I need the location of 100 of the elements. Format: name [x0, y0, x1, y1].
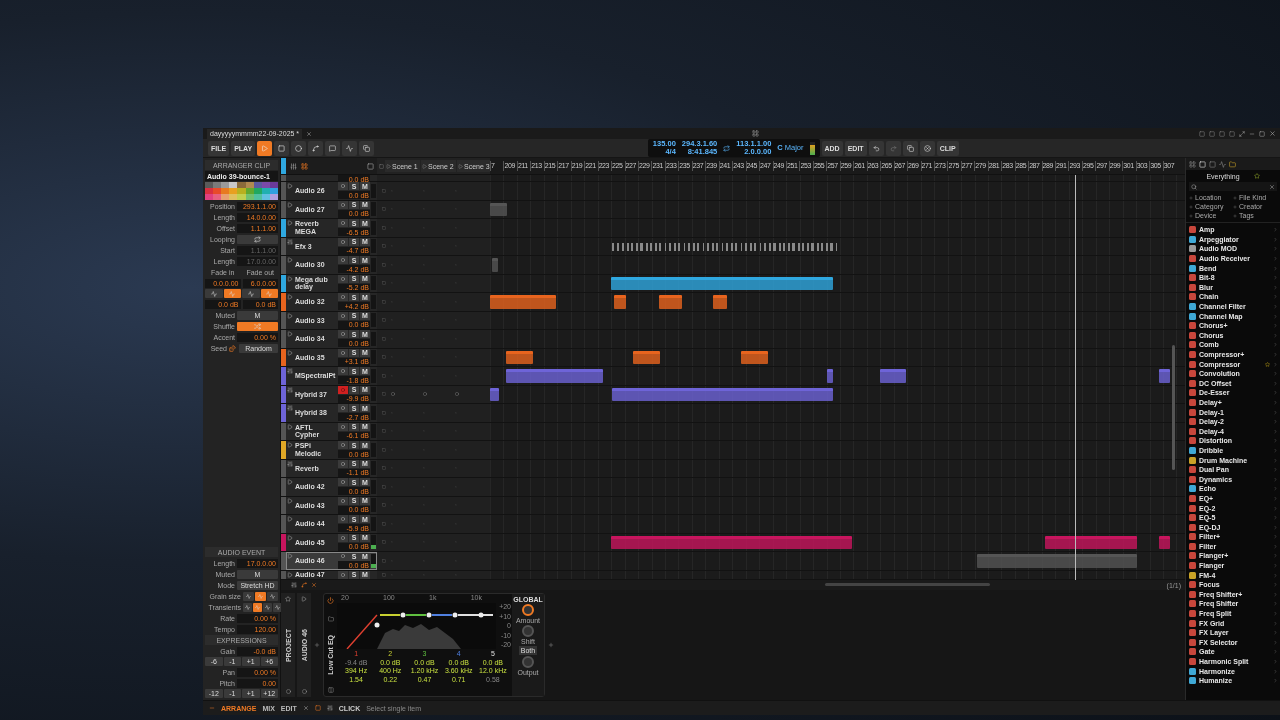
record-arm-button[interactable] [338, 533, 348, 542]
record-arm-button[interactable] [338, 515, 348, 524]
record-arm-button[interactable] [338, 330, 348, 339]
record-arm-button[interactable] [338, 570, 348, 579]
panel-icon[interactable] [327, 687, 334, 693]
audio-clip[interactable] [492, 258, 499, 272]
output-knob[interactable] [522, 656, 534, 668]
color-swatch[interactable] [245, 194, 254, 200]
color-swatch[interactable] [269, 182, 278, 188]
record-arm-button[interactable] [338, 237, 348, 246]
record-arm-button[interactable] [338, 274, 348, 283]
close-icon[interactable] [1269, 130, 1276, 137]
loop-toggle[interactable] [237, 234, 278, 244]
band-node[interactable] [426, 612, 432, 618]
search-field[interactable] [1189, 182, 1277, 191]
record-arm-button[interactable] [338, 404, 348, 413]
record-arm-button[interactable] [338, 182, 348, 191]
window-button[interactable] [359, 140, 375, 156]
audio-clip[interactable] [1158, 369, 1171, 383]
color-swatch[interactable] [237, 188, 246, 194]
record-arm-button[interactable] [338, 200, 348, 209]
amount-knob[interactable] [522, 604, 534, 616]
band-node[interactable] [452, 612, 458, 618]
color-swatch[interactable] [205, 182, 214, 188]
color-swatch[interactable] [261, 194, 270, 200]
audio-clip[interactable] [490, 295, 556, 309]
transport-button[interactable] [308, 140, 324, 156]
color-swatch[interactable] [221, 188, 230, 194]
band-node[interactable] [374, 622, 380, 628]
delete-button[interactable] [919, 140, 935, 156]
audio-clip[interactable] [506, 369, 604, 383]
power-icon[interactable] [327, 597, 334, 604]
color-swatch[interactable] [253, 188, 262, 194]
audio-clip[interactable] [713, 295, 727, 309]
grid-icon[interactable] [1189, 160, 1196, 168]
shuffle-toggle[interactable] [237, 321, 278, 331]
undo-button[interactable] [868, 140, 884, 156]
record-arm-button[interactable] [338, 219, 348, 228]
maximize-icon[interactable] [1259, 130, 1265, 137]
audio-clip[interactable] [741, 350, 768, 364]
fade-shape-button[interactable] [260, 289, 278, 298]
folder-icon[interactable] [327, 616, 334, 623]
color-swatch[interactable] [245, 188, 254, 194]
toggle-icon[interactable] [367, 162, 374, 170]
audio-clip[interactable] [613, 295, 626, 309]
audio-clip[interactable] [611, 535, 853, 549]
audio-clip[interactable] [826, 369, 833, 383]
pulse-icon[interactable] [1219, 160, 1226, 168]
record-arm-button[interactable] [338, 441, 348, 450]
color-swatch[interactable] [269, 194, 278, 200]
option-button[interactable] [267, 591, 278, 601]
color-swatch[interactable] [221, 194, 230, 200]
audio-clip[interactable] [490, 387, 499, 401]
star-icon[interactable] [1253, 173, 1260, 179]
record-arm-button[interactable] [338, 478, 348, 487]
color-swatch[interactable] [221, 182, 230, 188]
color-swatch[interactable] [269, 188, 278, 194]
record-arm-button[interactable] [338, 385, 348, 394]
color-swatch[interactable] [245, 182, 254, 188]
color-swatch[interactable] [261, 182, 270, 188]
tool-icon[interactable] [290, 162, 297, 170]
band-node[interactable] [478, 612, 484, 618]
audio-clip[interactable] [490, 202, 507, 216]
audio-clip[interactable] [658, 295, 682, 309]
folder-icon[interactable] [1229, 160, 1236, 168]
color-swatch[interactable] [205, 194, 214, 200]
option-button[interactable] [255, 591, 266, 601]
color-swatch[interactable] [253, 194, 262, 200]
add-icon[interactable] [314, 642, 320, 648]
color-swatch[interactable] [229, 194, 238, 200]
option-button[interactable] [243, 602, 252, 612]
transport-button[interactable] [291, 140, 307, 156]
record-arm-button[interactable] [338, 256, 348, 265]
audio-clip[interactable] [506, 350, 534, 364]
record-arm-button[interactable] [338, 367, 348, 376]
expand-icon[interactable] [1239, 130, 1245, 137]
audio-clip[interactable] [1044, 535, 1138, 549]
record-arm-button[interactable] [338, 459, 348, 468]
audio-clip[interactable] [977, 554, 1138, 568]
record-arm-button[interactable] [338, 496, 348, 505]
mixer-icon[interactable] [326, 705, 333, 711]
comment-button[interactable] [325, 140, 341, 156]
record-arm-button[interactable] [338, 311, 348, 320]
view-icon[interactable] [301, 162, 308, 170]
audio-clip[interactable] [879, 369, 906, 383]
cross-icon[interactable] [302, 705, 309, 711]
record-arm-button[interactable] [338, 422, 348, 431]
audio-clip[interactable] [1158, 535, 1171, 549]
color-swatch[interactable] [213, 188, 222, 194]
color-swatch[interactable] [253, 182, 262, 188]
close-icon[interactable] [311, 582, 317, 588]
panel-icon[interactable] [314, 705, 321, 711]
option-button[interactable] [243, 591, 254, 601]
band-node[interactable] [400, 612, 406, 618]
close-icon[interactable] [306, 130, 313, 137]
record-arm-button[interactable] [338, 348, 348, 357]
add-icon[interactable] [548, 642, 554, 648]
fade-shape-button[interactable] [223, 289, 241, 298]
scrollbar[interactable] [825, 583, 990, 586]
audio-clip[interactable] [611, 276, 833, 290]
